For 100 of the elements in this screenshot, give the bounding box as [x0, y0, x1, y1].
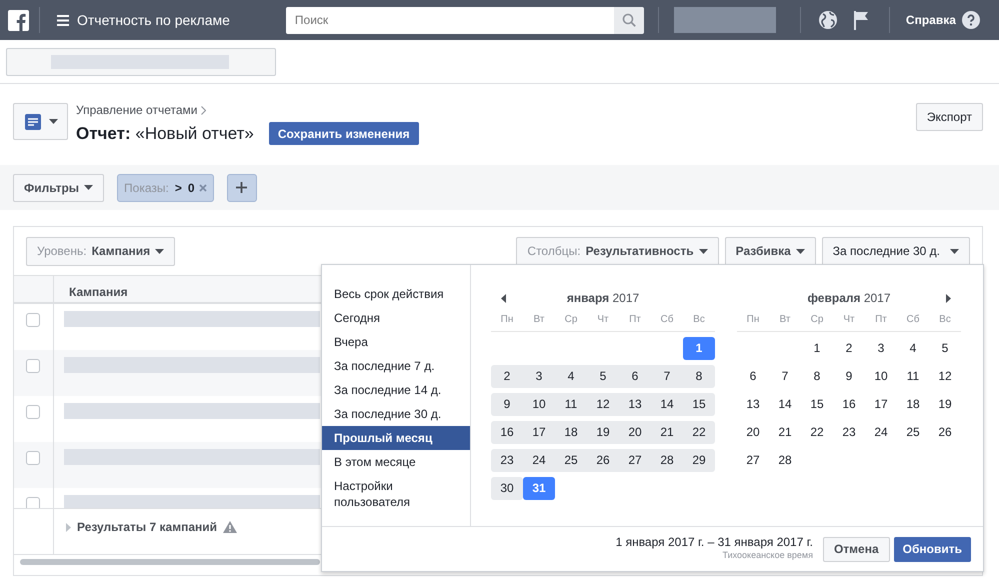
- next-arrow-icon[interactable]: [946, 294, 951, 302]
- calendar-day[interactable]: 1: [801, 337, 833, 360]
- row-checkbox[interactable]: [26, 451, 40, 465]
- breadcrumb-link[interactable]: Управление отчетами: [76, 101, 198, 119]
- calendar-day[interactable]: 17: [523, 421, 555, 444]
- calendar-day[interactable]: 20: [737, 421, 769, 444]
- calendar-day[interactable]: 14: [651, 393, 683, 416]
- calendar-day[interactable]: 10: [523, 393, 555, 416]
- calendar-day[interactable]: 19: [929, 393, 961, 416]
- filter-chip[interactable]: Показы: > 0: [117, 174, 214, 202]
- export-button[interactable]: Экспорт: [916, 103, 983, 131]
- help-icon[interactable]: [962, 11, 980, 29]
- calendar-day[interactable]: 9: [491, 393, 523, 416]
- calendar-day[interactable]: 26: [587, 449, 619, 472]
- calendar-day[interactable]: 13: [737, 393, 769, 416]
- calendar-day[interactable]: 28: [769, 449, 801, 472]
- calendar-day[interactable]: 23: [833, 421, 865, 444]
- calendar-day[interactable]: 16: [833, 393, 865, 416]
- calendar-day[interactable]: 16: [491, 421, 523, 444]
- calendar-day[interactable]: 19: [587, 421, 619, 444]
- calendar-day[interactable]: 27: [619, 449, 651, 472]
- search-field[interactable]: Поиск: [286, 6, 614, 34]
- update-button[interactable]: Обновить: [894, 536, 971, 562]
- close-icon[interactable]: [198, 184, 207, 192]
- calendar-day[interactable]: 10: [865, 365, 897, 388]
- calendar-day[interactable]: 8: [801, 365, 833, 388]
- calendar-day[interactable]: 1: [683, 337, 715, 360]
- calendar-day[interactable]: 25: [555, 449, 587, 472]
- calendar-day[interactable]: 27: [737, 449, 769, 472]
- calendar-day[interactable]: 14: [769, 393, 801, 416]
- preset-item[interactable]: В этом месяце: [322, 450, 470, 474]
- calendar-day[interactable]: 7: [769, 365, 801, 388]
- columns-dropdown[interactable]: Столбцы: Результативность: [516, 236, 719, 266]
- preset-item[interactable]: За последние 14 д.: [322, 378, 470, 402]
- calendar-day[interactable]: 8: [683, 365, 715, 388]
- preset-item[interactable]: За последние 30 д.: [322, 402, 470, 426]
- calendar-day[interactable]: 12: [587, 393, 619, 416]
- preset-item[interactable]: Настройки пользователя: [322, 474, 470, 514]
- preset-item[interactable]: Прошлый месяц: [322, 426, 470, 450]
- calendar-day[interactable]: 4: [555, 365, 587, 388]
- row-checkbox[interactable]: [26, 359, 40, 373]
- expand-arrow-icon[interactable]: [66, 522, 71, 532]
- calendar-day[interactable]: 30: [491, 477, 523, 500]
- row-checkbox[interactable]: [26, 313, 40, 327]
- calendar-day[interactable]: 26: [929, 421, 961, 444]
- add-filter-button[interactable]: [226, 174, 257, 202]
- filters-button[interactable]: Фильтры: [13, 174, 104, 202]
- calendar-day[interactable]: 13: [619, 393, 651, 416]
- breakdown-dropdown[interactable]: Разбивка: [724, 236, 816, 266]
- calendar-day[interactable]: 3: [865, 337, 897, 360]
- calendar-day[interactable]: 11: [897, 365, 929, 388]
- account-selector[interactable]: [6, 48, 276, 76]
- preset-item[interactable]: Весь срок действия: [322, 282, 470, 306]
- calendar-day[interactable]: 17: [865, 393, 897, 416]
- calendar-day[interactable]: 25: [897, 421, 929, 444]
- calendar-day[interactable]: 28: [651, 449, 683, 472]
- calendar-day[interactable]: 3: [523, 365, 555, 388]
- calendar-day[interactable]: 24: [865, 421, 897, 444]
- search-button[interactable]: [614, 6, 644, 34]
- calendar-day[interactable]: 5: [587, 365, 619, 388]
- row-checkbox[interactable]: [26, 405, 40, 419]
- calendar-day[interactable]: 21: [651, 421, 683, 444]
- calendar-day[interactable]: 7: [651, 365, 683, 388]
- calendar-day[interactable]: 22: [801, 421, 833, 444]
- preset-item[interactable]: Сегодня: [322, 306, 470, 330]
- row-checkbox[interactable]: [26, 497, 40, 508]
- globe-icon[interactable]: [818, 10, 838, 30]
- calendar-day[interactable]: 2: [833, 337, 865, 360]
- calendar-day[interactable]: 20: [619, 421, 651, 444]
- calendar-day[interactable]: 15: [801, 393, 833, 416]
- menu-icon[interactable]: [57, 14, 69, 26]
- calendar-day[interactable]: 15: [683, 393, 715, 416]
- preset-item[interactable]: За последние 7 д.: [322, 354, 470, 378]
- preset-item[interactable]: Вчера: [322, 330, 470, 354]
- calendar-day[interactable]: 18: [897, 393, 929, 416]
- calendar-day[interactable]: 18: [555, 421, 587, 444]
- calendar-day[interactable]: 12: [929, 365, 961, 388]
- calendar-day[interactable]: 6: [619, 365, 651, 388]
- calendar-day[interactable]: 9: [833, 365, 865, 388]
- level-dropdown[interactable]: Уровень: Кампания: [26, 236, 176, 266]
- calendar-day[interactable]: 23: [491, 449, 523, 472]
- calendar-day[interactable]: 2: [491, 365, 523, 388]
- help-link[interactable]: Справка: [906, 11, 956, 29]
- report-menu-button[interactable]: [13, 103, 68, 140]
- calendar-day[interactable]: 6: [737, 365, 769, 388]
- calendar-day[interactable]: 11: [555, 393, 587, 416]
- logo-icon[interactable]: [8, 10, 29, 30]
- calendar-day[interactable]: 5: [929, 337, 961, 360]
- calendar-day[interactable]: 29: [683, 449, 715, 472]
- calendar-day[interactable]: 4: [897, 337, 929, 360]
- calendar-day[interactable]: 31: [523, 477, 555, 500]
- calendar-day[interactable]: 24: [523, 449, 555, 472]
- calendar-day[interactable]: 22: [683, 421, 715, 444]
- cancel-button[interactable]: Отмена: [822, 536, 890, 562]
- flag-icon[interactable]: [852, 10, 869, 30]
- prev-arrow-icon[interactable]: [501, 294, 506, 302]
- save-changes-button[interactable]: Сохранить изменения: [268, 122, 419, 146]
- calendar-day[interactable]: 21: [769, 421, 801, 444]
- date-range-dropdown[interactable]: За последние 30 д.: [822, 236, 970, 266]
- scrollbar[interactable]: [20, 559, 320, 565]
